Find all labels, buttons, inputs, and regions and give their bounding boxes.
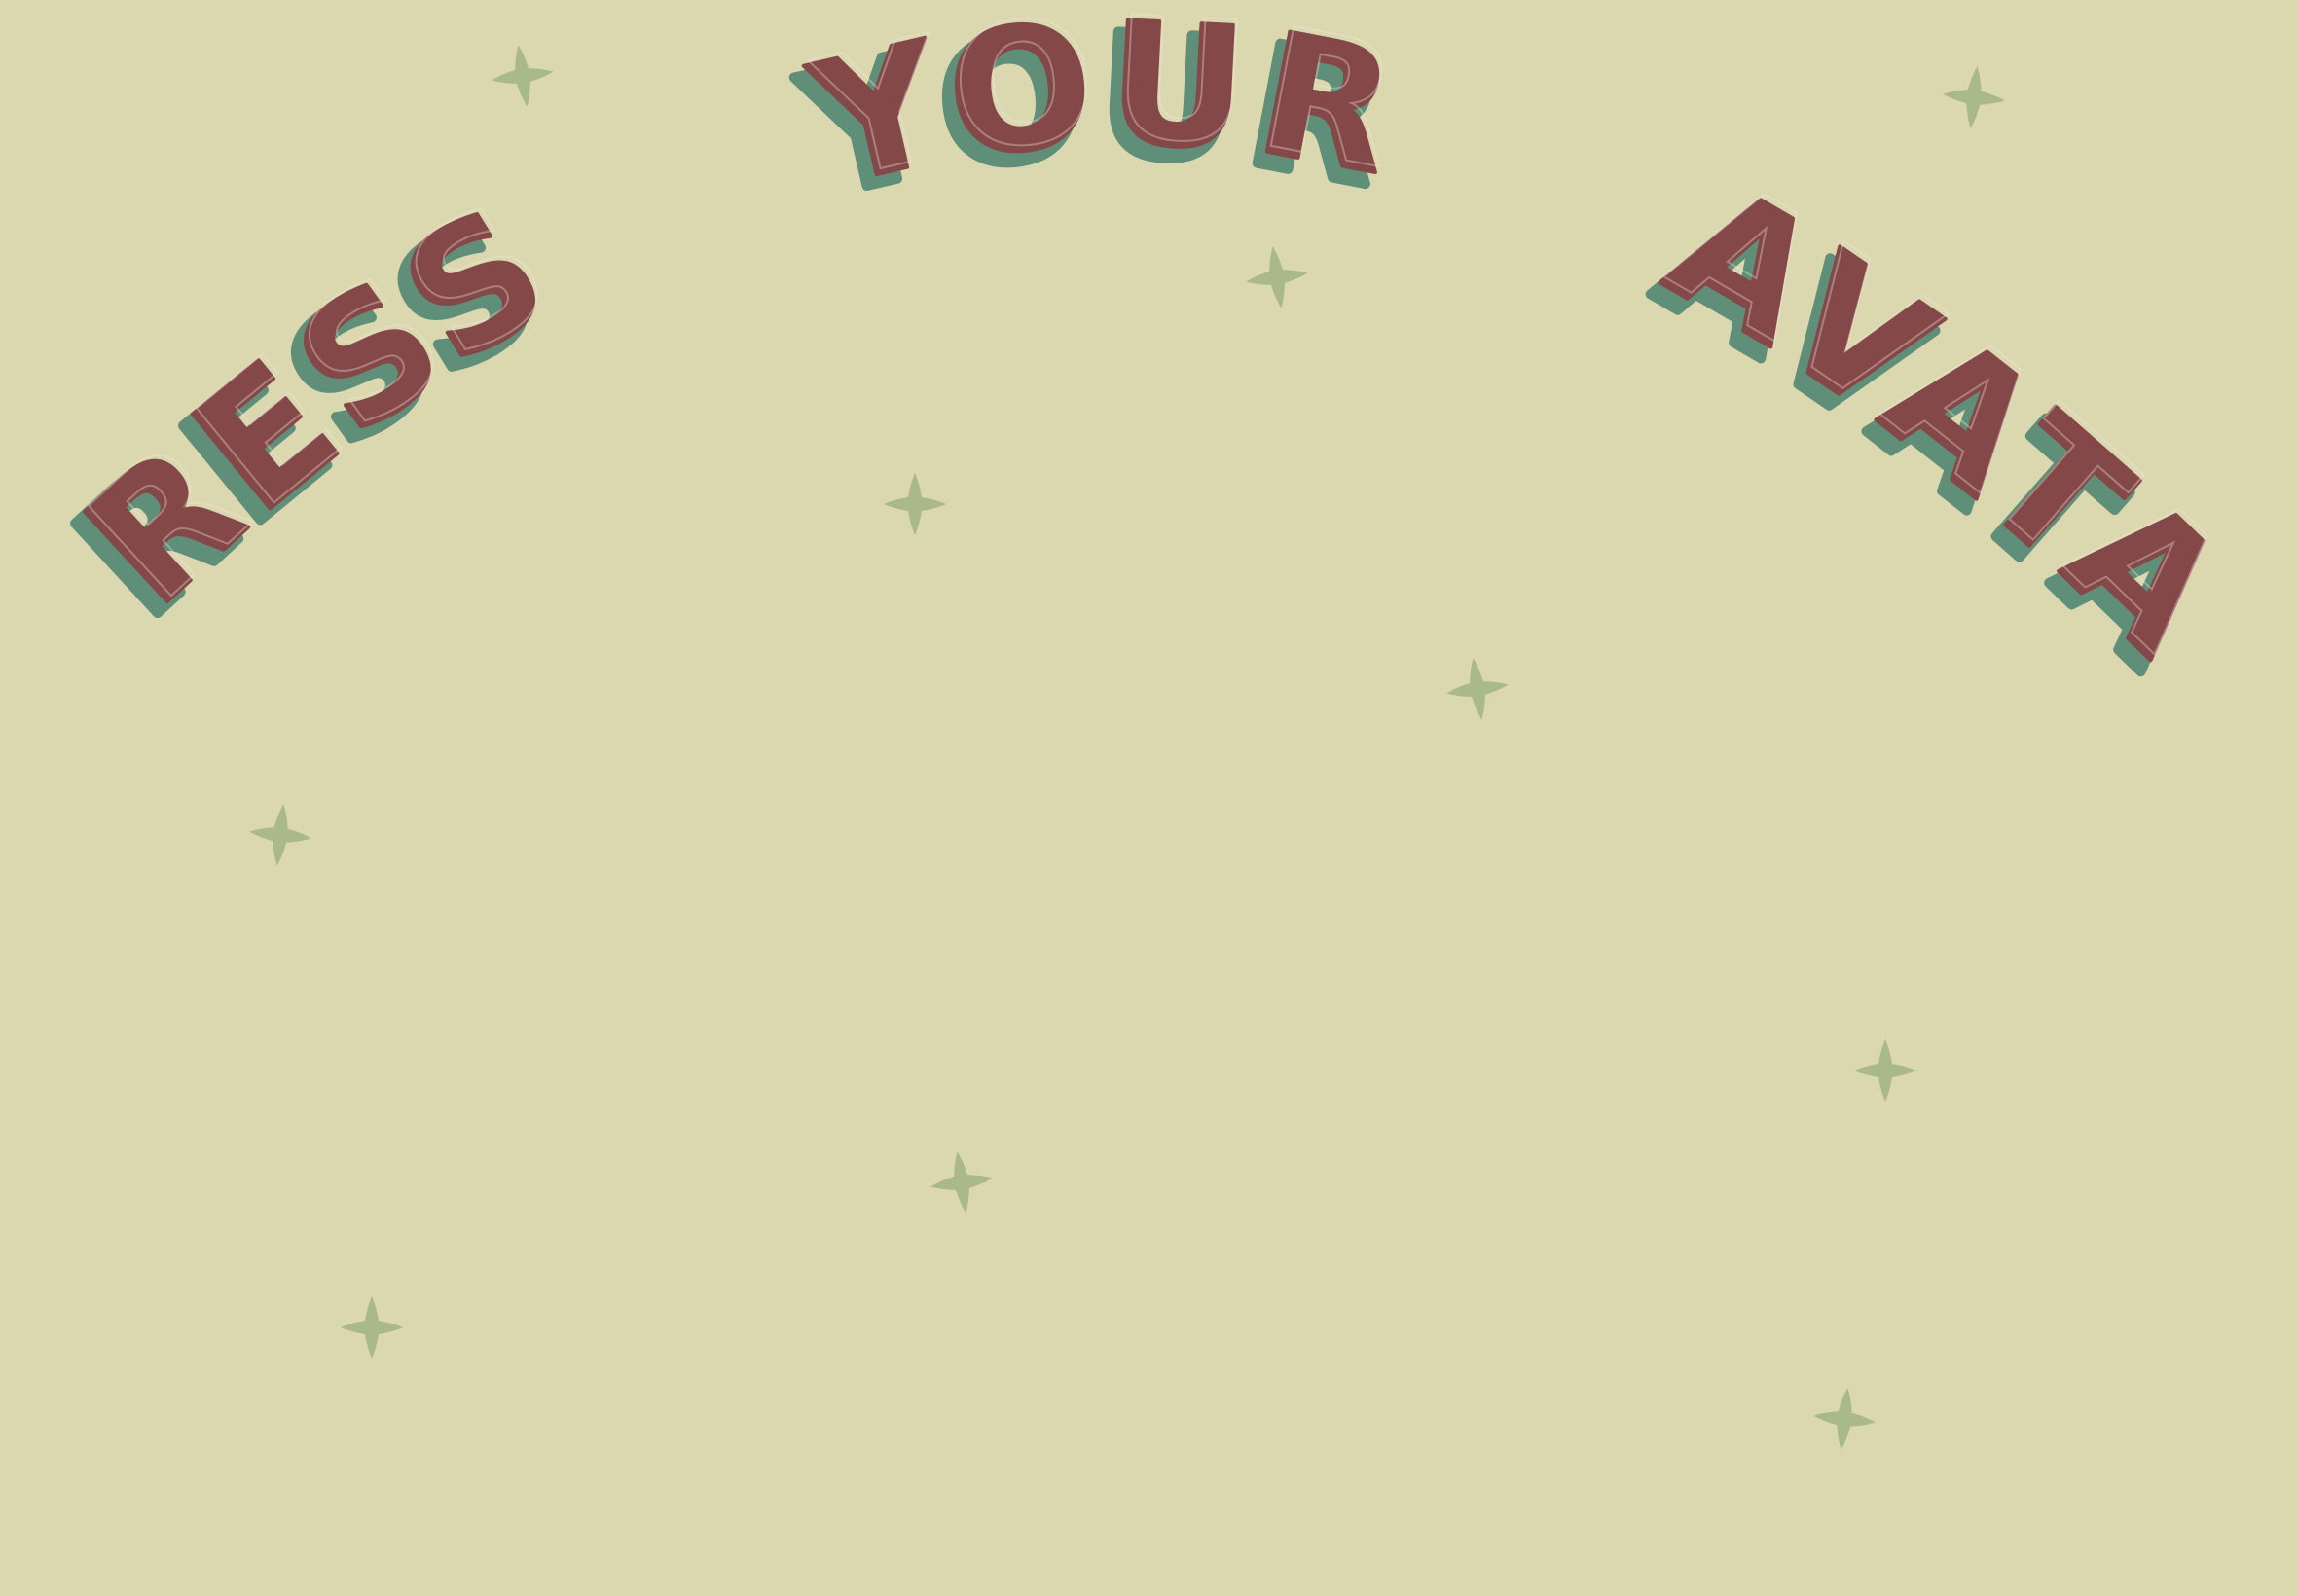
title-screen: DRESS YOUR AVATAR DRESS YOUR AVATAR DRES… — [0, 0, 2297, 1596]
title-highlight: DRESS YOUR AVATAR — [0, 0, 2271, 690]
title-banner: DRESS YOUR AVATAR DRESS YOUR AVATAR DRES… — [0, 0, 2271, 712]
